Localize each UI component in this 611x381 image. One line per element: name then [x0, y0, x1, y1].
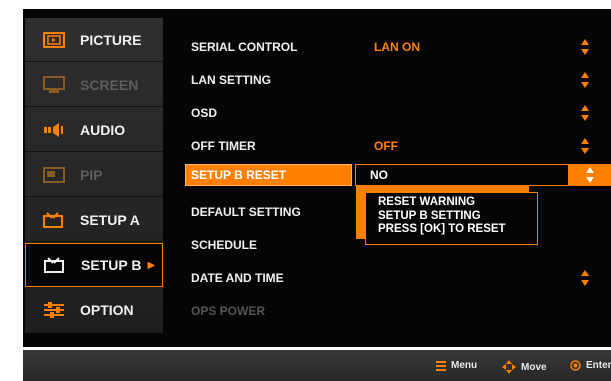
sidebar-item-label: SCREEN: [80, 76, 139, 93]
setting-label: LAN SETTING: [191, 72, 271, 87]
sidebar-item-label: SETUP A: [80, 211, 140, 228]
pip-icon: [43, 166, 65, 184]
option-icon: [43, 301, 65, 319]
sidebar-item-label: SETUP B: [81, 257, 142, 273]
setting-value: NO: [370, 168, 388, 182]
setting-label: DEFAULT SETTING: [191, 204, 301, 219]
screen-icon: [43, 75, 65, 94]
setting-value: OFF: [374, 138, 398, 153]
hint-menu: Menu: [436, 360, 477, 371]
reset-warning-popup: RESET WARNING SETUP B SETTING PRESS [OK]…: [365, 192, 538, 245]
setting-row-ops-power: OPS POWER: [177, 294, 611, 327]
setting-row-date-and-time[interactable]: DATE AND TIME: [177, 261, 611, 294]
popup-line: SETUP B SETTING: [378, 209, 481, 222]
picture-icon: [43, 31, 65, 49]
sidebar-item-label: AUDIO: [80, 121, 126, 138]
up-down-arrow-icon: [586, 167, 594, 183]
setting-label: OSD: [191, 105, 218, 120]
setup-a-icon: [43, 211, 65, 229]
up-down-arrow-icon: [581, 38, 589, 55]
sidebar-item-label: PICTURE: [80, 31, 142, 48]
hint-move: Move: [502, 360, 547, 374]
setting-label: DATE AND TIME: [191, 270, 284, 285]
popup-line: PRESS [OK] TO RESET: [378, 223, 506, 235]
sidebar: PICTURE SCREEN AUDIO PIP SETUP A SETUP B…: [25, 18, 163, 333]
sidebar-item-label: PIP: [80, 166, 103, 183]
audio-icon: [43, 121, 65, 139]
menu-icon: [436, 360, 446, 371]
setting-label: SERIAL CONTROL: [191, 39, 298, 54]
sidebar-item-label: OPTION: [80, 302, 134, 318]
setup-b-icon: [44, 256, 66, 274]
sidebar-item-setup-b[interactable]: SETUP B ▶: [25, 243, 163, 287]
up-down-arrow-icon: [581, 104, 589, 121]
sidebar-item-picture[interactable]: PICTURE: [25, 18, 163, 62]
setting-label: OFF TIMER: [191, 138, 256, 153]
sidebar-item-screen[interactable]: SCREEN: [25, 63, 163, 107]
chevron-right-icon: ▶: [147, 259, 156, 271]
sidebar-item-option[interactable]: OPTION: [25, 288, 163, 332]
sidebar-item-audio[interactable]: AUDIO: [25, 108, 163, 152]
setting-row-osd[interactable]: OSD: [177, 96, 611, 129]
popup-line: RESET WARNING: [378, 196, 476, 208]
setting-row-lan-setting[interactable]: LAN SETTING: [177, 63, 611, 96]
up-down-arrow-icon: [581, 71, 589, 88]
move-arrows-icon: [502, 360, 516, 374]
setup-b-reset-select[interactable]: NO: [355, 164, 569, 186]
setup-b-reset-stepper[interactable]: [569, 164, 611, 186]
setting-row-serial-control[interactable]: SERIAL CONTROL LAN ON: [177, 30, 611, 63]
up-down-arrow-icon: [581, 269, 589, 286]
up-down-arrow-icon: [581, 137, 589, 154]
setting-label: OPS POWER: [191, 303, 266, 318]
setting-value: LAN ON: [374, 39, 420, 54]
hint-enter: Enter: [570, 360, 611, 371]
sidebar-item-pip[interactable]: PIP: [25, 153, 163, 197]
setting-label: SCHEDULE: [191, 237, 258, 252]
setting-row-off-timer[interactable]: OFF TIMER OFF: [177, 129, 611, 162]
enter-icon: [570, 360, 581, 371]
setting-row-setup-b-reset[interactable]: SETUP B RESET: [185, 164, 352, 186]
setting-label: SETUP B RESET: [191, 168, 287, 182]
sidebar-item-setup-a[interactable]: SETUP A: [25, 198, 163, 242]
